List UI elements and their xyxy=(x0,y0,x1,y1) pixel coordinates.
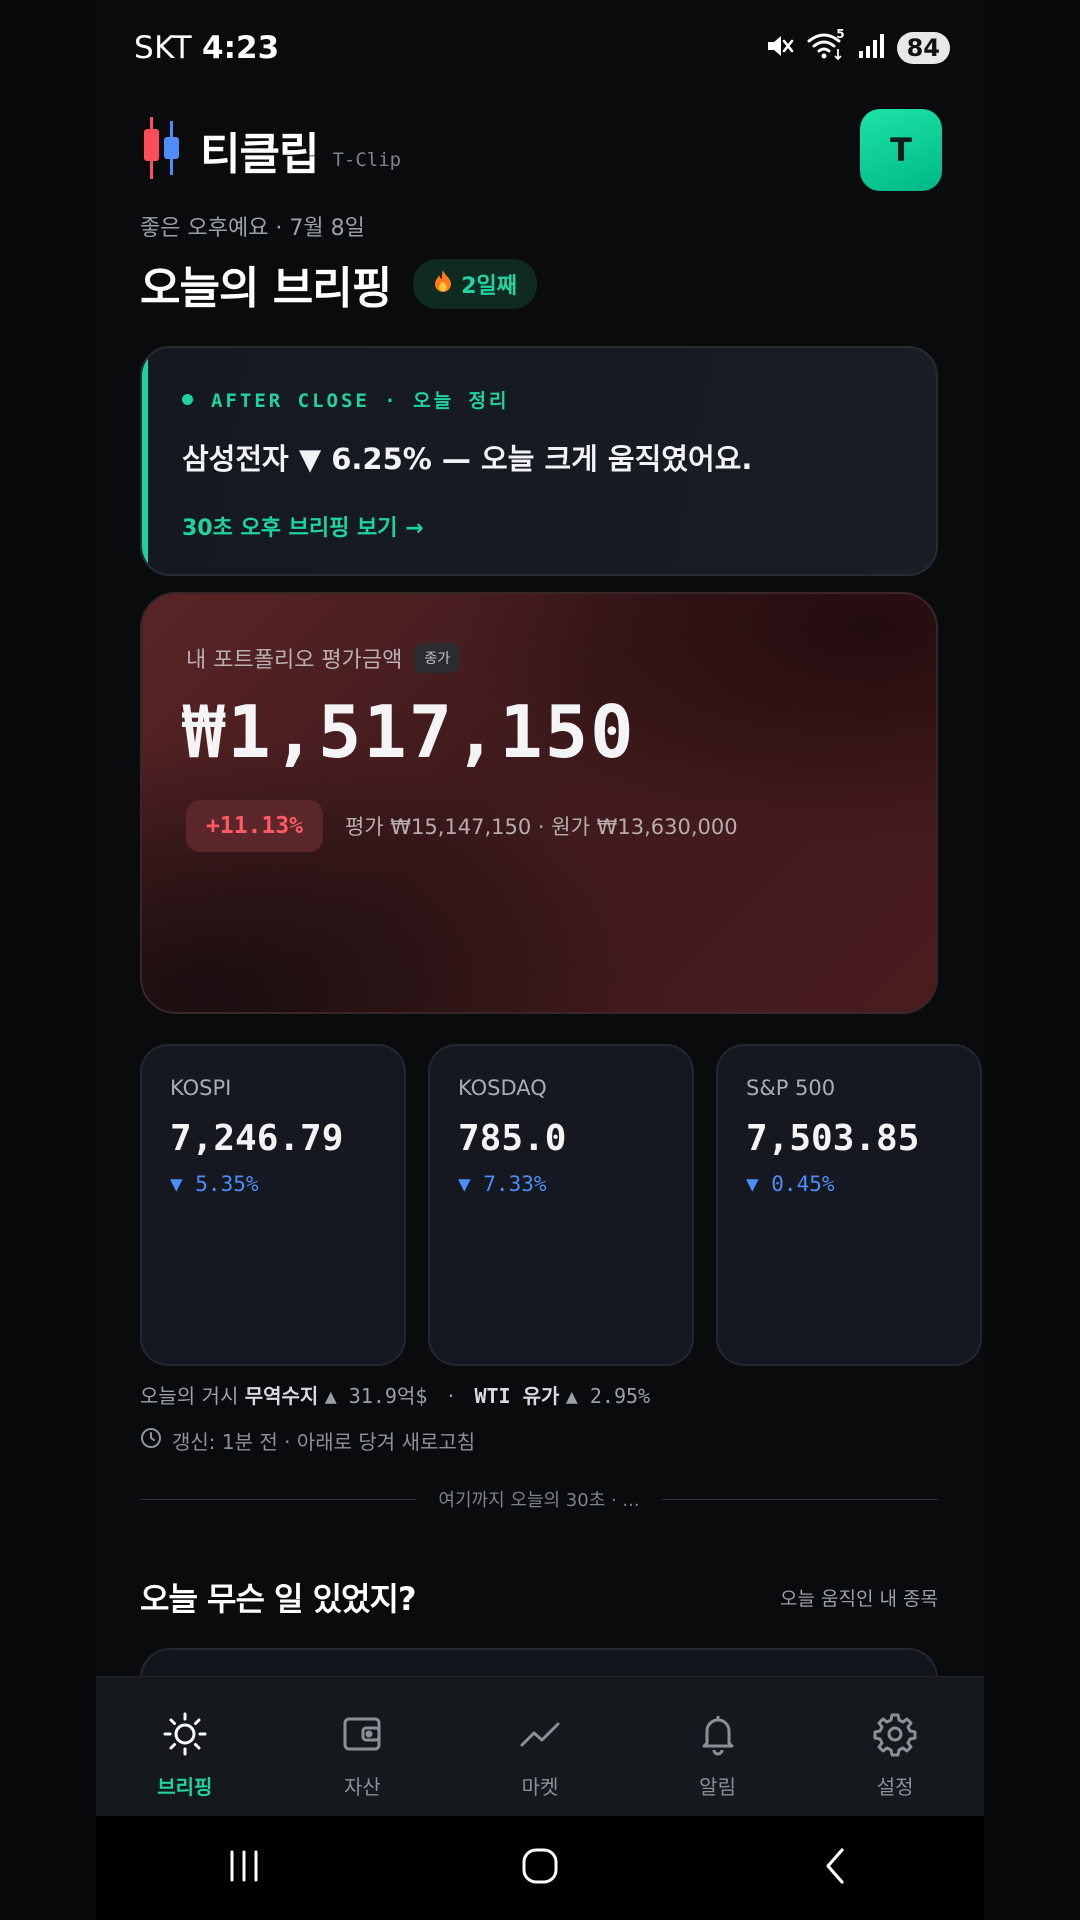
after-close-card[interactable]: AFTER CLOSE · 오늘 정리 삼성전자 ▼ 6.25% — 오늘 크게… xyxy=(140,346,938,576)
brief-link[interactable]: 30초 오후 브리핑 보기 → xyxy=(182,510,424,542)
divider-text: 여기까지 오늘의 30초 · ... xyxy=(438,1490,640,1511)
portfolio-change-row: +11.13% 평가 ₩15,147,150 · 원가 ₩13,630,000 xyxy=(186,800,738,852)
index-card-kosdaq[interactable]: KOSDAQ 785.0 ▼ 7.33% xyxy=(428,1044,694,1366)
brief-tag: AFTER CLOSE · 오늘 정리 xyxy=(182,386,510,413)
app-name: 티클립 xyxy=(200,129,319,180)
streak-label: 2일째 xyxy=(461,274,517,299)
home-button[interactable] xyxy=(520,1846,560,1890)
sun-icon xyxy=(162,1711,208,1761)
portfolio-change-badge: +11.13% xyxy=(186,800,323,852)
index-change: ▼ 5.35% xyxy=(170,1172,259,1196)
gear-icon xyxy=(872,1711,918,1761)
index-carousel[interactable]: KOSPI 7,246.79 ▼ 5.35% KOSDAQ 785.0 ▼ 7.… xyxy=(140,1044,984,1366)
clock: 4:23 xyxy=(202,30,280,66)
profile-avatar-button[interactable]: T xyxy=(860,109,942,191)
index-card-sp500[interactable]: S&P 500 7,503.85 ▼ 0.45% xyxy=(716,1044,982,1366)
tab-assets[interactable]: 자산 xyxy=(274,1677,452,1817)
index-name: S&P 500 xyxy=(746,1076,836,1100)
refresh-text: 갱신: 1분 전 · 아래로 당겨 새로고침 xyxy=(172,1430,476,1454)
battery-indicator: 84 xyxy=(896,32,950,64)
tab-market[interactable]: 마켓 xyxy=(451,1677,629,1817)
portfolio-label-row: 내 포트폴리오 평가금액 종가 xyxy=(186,642,461,674)
carrier-label: SKT xyxy=(134,30,193,66)
portfolio-value: ₩1,517,150 xyxy=(182,690,636,774)
macro-ticker: 오늘의 거시 무역수지 ▲ 31.9억$ · WTI 유가 ▲ 2.95% xyxy=(140,1380,650,1409)
brief-headline: 삼성전자 ▼ 6.25% — 오늘 크게 움직였어요. xyxy=(182,442,753,476)
macro-item2-value: ▲ 2.95% xyxy=(565,1384,651,1408)
clock-icon xyxy=(140,1427,162,1454)
recent-apps-button[interactable] xyxy=(224,1848,264,1888)
candlestick-logo-icon xyxy=(140,115,184,185)
bottom-tab-bar: 브리핑 자산 마켓 알림 설정 xyxy=(96,1676,984,1817)
my-moving-stocks-link[interactable]: 오늘 움직인 내 종목 xyxy=(780,1584,938,1611)
phone-screen: SKT 4:23 5 84 티클립 T-Clip T 좋은 오후예요 · 7월 … xyxy=(96,0,984,1920)
index-change: ▼ 7.33% xyxy=(458,1172,547,1196)
portfolio-card[interactable]: 내 포트폴리오 평가금액 종가 ₩1,517,150 +11.13% 평가 ₩1… xyxy=(140,592,938,1014)
title-row: 오늘의 브리핑 2일째 xyxy=(140,252,537,316)
tab-briefing[interactable]: 브리핑 xyxy=(96,1677,274,1817)
tab-label: 마켓 xyxy=(521,1775,559,1799)
streak-badge: 2일째 xyxy=(413,259,537,309)
tab-label: 브리핑 xyxy=(157,1775,213,1799)
bell-icon xyxy=(695,1711,741,1761)
index-name: KOSPI xyxy=(170,1076,232,1100)
status-bar: SKT 4:23 5 84 xyxy=(134,27,950,68)
signal-icon xyxy=(857,32,885,64)
index-card-kospi[interactable]: KOSPI 7,246.79 ▼ 5.35% xyxy=(140,1044,406,1366)
system-nav-bar xyxy=(96,1816,984,1920)
index-change: ▼ 0.45% xyxy=(746,1172,835,1196)
tab-settings[interactable]: 설정 xyxy=(806,1677,984,1817)
macro-item2-label: WTI 유가 xyxy=(474,1384,560,1408)
portfolio-label: 내 포트폴리오 평가금액 xyxy=(186,648,403,673)
live-dot-icon xyxy=(182,394,193,405)
app-header: 티클립 T-Clip T xyxy=(140,108,942,192)
divider-line-left xyxy=(140,1498,417,1500)
greeting-text: 좋은 오후예요 · 7월 8일 xyxy=(140,216,365,241)
tab-alerts[interactable]: 알림 xyxy=(629,1677,807,1817)
back-button[interactable] xyxy=(816,1846,856,1890)
tab-label: 알림 xyxy=(699,1775,736,1799)
index-name: KOSDAQ xyxy=(458,1076,547,1100)
index-value: 785.0 xyxy=(458,1118,567,1159)
index-value: 7,246.79 xyxy=(170,1118,344,1159)
tab-label: 설정 xyxy=(876,1775,914,1799)
app-subtitle: T-Clip xyxy=(332,149,402,171)
index-value: 7,503.85 xyxy=(746,1118,920,1159)
section-divider: 여기까지 오늘의 30초 · ... xyxy=(140,1486,939,1512)
events-section-title: 오늘 무슨 일 있었지? xyxy=(140,1580,417,1618)
wifi-badge: 5 xyxy=(836,27,845,41)
wifi-icon: 5 xyxy=(807,27,845,65)
macro-item1-value: ▲ 31.9억$ xyxy=(324,1384,428,1408)
chart-line-icon xyxy=(517,1711,563,1761)
portfolio-detail: 평가 ₩15,147,150 · 원가 ₩13,630,000 xyxy=(344,815,738,839)
macro-separator: · xyxy=(447,1384,455,1408)
mute-icon xyxy=(765,31,795,65)
macro-item1-label: 무역수지 xyxy=(244,1384,319,1408)
fire-icon xyxy=(433,269,453,299)
macro-prefix: 오늘의 거시 xyxy=(140,1384,239,1408)
events-section-header: 오늘 무슨 일 있었지? 오늘 움직인 내 종목 xyxy=(140,1574,938,1620)
closing-price-pill: 종가 xyxy=(414,643,461,673)
status-icons: 5 84 xyxy=(765,27,950,65)
wallet-icon xyxy=(339,1711,385,1761)
tab-label: 자산 xyxy=(343,1775,381,1799)
divider-line-right xyxy=(661,1498,939,1500)
page-title: 오늘의 브리핑 xyxy=(140,263,392,314)
refresh-info: 갱신: 1분 전 · 아래로 당겨 새로고침 xyxy=(140,1426,475,1455)
brief-tag-label: AFTER CLOSE · 오늘 정리 xyxy=(211,390,510,412)
